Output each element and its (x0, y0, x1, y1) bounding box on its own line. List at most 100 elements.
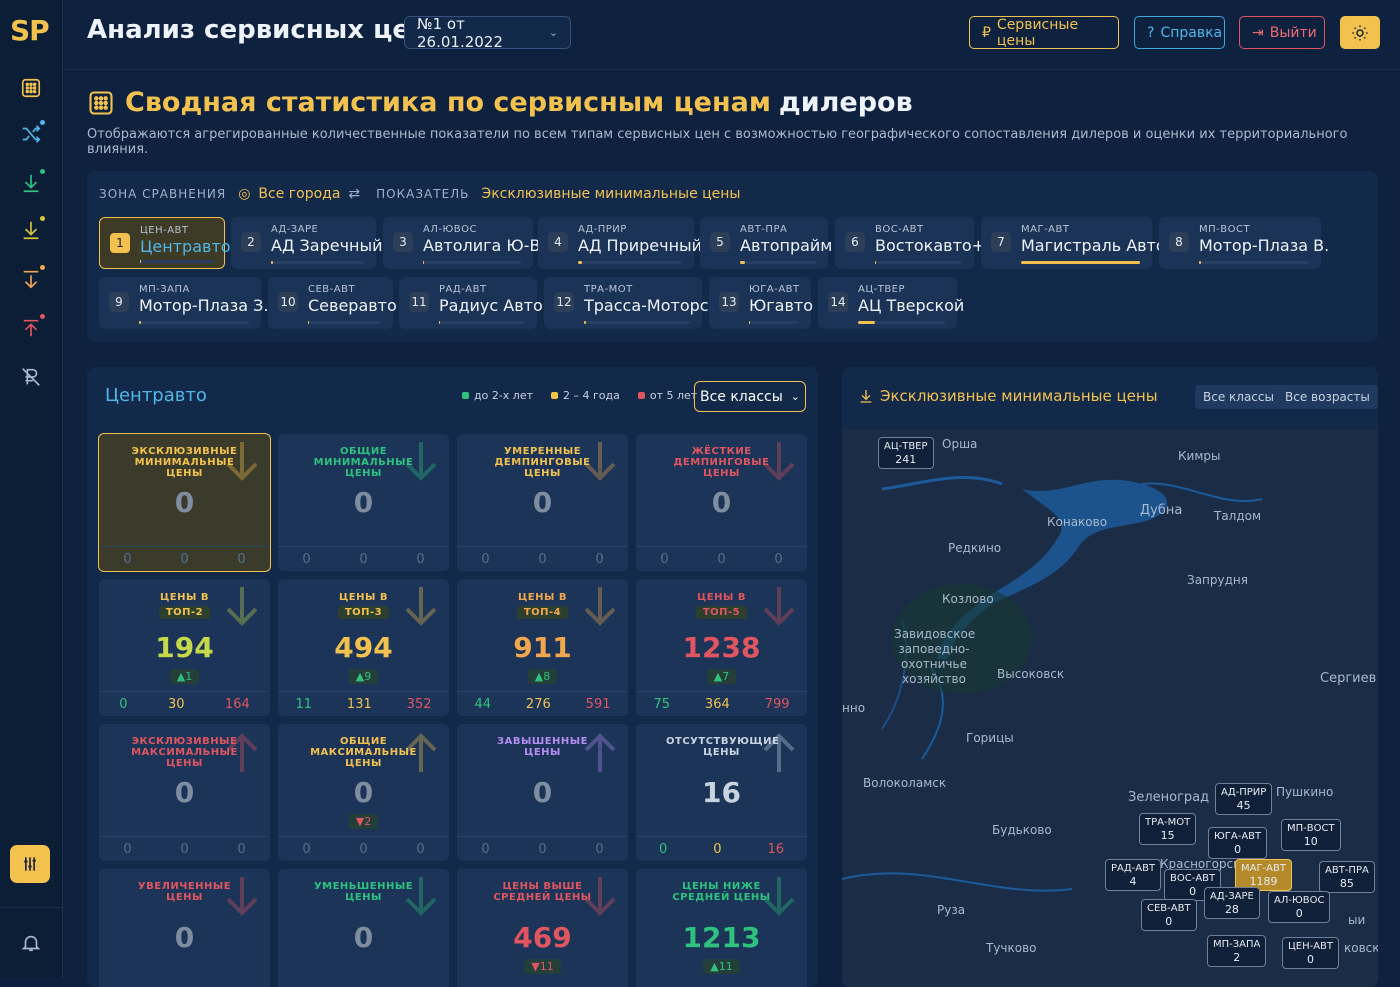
map-ages-button[interactable]: Все возрасты (1277, 385, 1378, 409)
tile-age-value: 0 (595, 841, 604, 857)
dealer-code: РАД-АВТ (439, 284, 487, 295)
tile-age-value: 16 (767, 841, 784, 857)
dealer-card[interactable]: 3 АЛ-ЮВОС Автолига Ю-В (383, 217, 540, 269)
dealer-card[interactable]: 8 МП-ВОСТ Мотор-Плаза В. (1159, 217, 1329, 269)
stat-tile[interactable]: УВЕЛИЧЕННЫЕ ЦЕНЫ 0 (99, 869, 270, 987)
dealer-name: Автопрайм (740, 236, 833, 255)
tile-age-breakdown: 0 0 0 (457, 546, 628, 571)
tile-value: 0 (532, 486, 553, 519)
stat-tile[interactable]: ОБЩИЕ МИНИМАЛЬНЫЕ ЦЕНЫ 0 0 0 0 (278, 434, 449, 571)
dealer-map-marker[interactable]: МП-ЗАПА 2 (1207, 935, 1267, 967)
dealer-map-marker[interactable]: АЛ-ЮВОС 0 (1268, 891, 1331, 923)
dealer-card[interactable]: 11 РАД-АВТ Радиус Авто (399, 277, 543, 329)
zone-value[interactable]: Все города (258, 186, 340, 202)
comparison-zone-panel: ЗОНА СРАВНЕНИЯ ◎ Все города ⇄ ПОКАЗАТЕЛЬ… (87, 171, 1378, 342)
dealer-card[interactable]: 5 АВТ-ПРА Автопрайм (700, 217, 832, 269)
tile-age-breakdown: 0 0 16 (636, 836, 807, 861)
shuffle-icon[interactable] (17, 120, 45, 148)
map-title-text: Эксклюзивные минимальные цены (880, 387, 1158, 405)
marker-code: АЦ-ТВЕР (884, 441, 928, 452)
dealer-name: Югавто (749, 296, 814, 315)
dealer-map-marker[interactable]: СЕВ-АВТ 0 (1141, 899, 1197, 931)
age-legend: до 2-х лет 2 – 4 года от 5 лет (462, 389, 697, 402)
map-classes-button[interactable]: Все классы (1195, 385, 1282, 409)
stat-tile[interactable]: ЗАВЫШЕННЫЕ ЦЕНЫ 0 0 0 0 (457, 724, 628, 861)
filters-button[interactable] (10, 845, 50, 883)
stat-tile[interactable]: ЦЕНЫ В ТОП-2 194 ▲1 0 30 164 (99, 579, 270, 716)
arrow-up-bar-icon[interactable] (17, 314, 45, 342)
document-select[interactable]: №1 от 26.01.2022 ⌄ (404, 15, 571, 51)
map-place: Будьково (992, 823, 1052, 837)
bell-icon[interactable] (17, 929, 45, 957)
stat-tile[interactable]: УМЕРЕННЫЕ ДЕМПИНГОВЫЕ ЦЕНЫ 0 0 0 0 (457, 434, 628, 571)
dealer-card[interactable]: 2 АД-ЗАРЕ АД Заречный (231, 217, 383, 269)
marker-code: ВОС-АВТ (1170, 873, 1216, 884)
stat-tile[interactable]: ЦЕНЫ В ТОП-3 494 ▲9 11 131 352 (278, 579, 449, 716)
service-prices-button[interactable]: ₽ Сервисные цены (969, 16, 1119, 49)
dealer-map-marker[interactable]: РАД-АВТ 4 (1105, 859, 1162, 891)
class-select[interactable]: Все классы ⌄ (694, 381, 806, 412)
dealer-map-marker[interactable]: АВТ-ПРА 85 (1319, 861, 1375, 893)
dealer-card[interactable]: 4 АД-ПРИР АД Приречный (538, 217, 702, 269)
dealer-map-marker[interactable]: АЦ-ТВЕР 241 (878, 437, 934, 469)
tile-age-value: 0 (538, 551, 547, 567)
tile-value: 0 (174, 486, 195, 519)
dealer-card[interactable]: 7 МАГ-АВТ Магистраль Авто (981, 217, 1166, 269)
tile-age-value: 0 (180, 841, 189, 857)
tile-value: 0 (174, 921, 195, 954)
arrow-down-icon[interactable] (17, 169, 45, 197)
dealer-card[interactable]: 13 ЮГА-АВТ Югавто (709, 277, 814, 329)
stat-tile[interactable]: ЖЁСТКИЕ ДЕМПИНГОВЫЕ ЦЕНЫ 0 0 0 0 (636, 434, 807, 571)
dealer-code: СЕВ-АВТ (308, 284, 356, 295)
stat-tile[interactable]: ОБЩИЕ МАКСИМАЛЬНЫЕ ЦЕНЫ 0 ▼2 0 0 0 (278, 724, 449, 861)
arrow-down-bold-icon[interactable] (17, 216, 45, 244)
dealer-map-marker[interactable]: ЮГА-АВТ 0 (1208, 827, 1268, 859)
tile-age-value: 0 (302, 841, 311, 857)
indicator-value[interactable]: Эксклюзивные минимальные цены (481, 186, 740, 202)
dealer-number: 1 (110, 233, 130, 253)
dealer-map-marker[interactable]: МП-ВОСТ 10 (1281, 819, 1341, 851)
dealer-card[interactable]: 10 СЕВ-АВТ Северавто (268, 277, 397, 329)
zone-label: ЗОНА СРАВНЕНИЯ (99, 187, 227, 201)
dealer-number: 7 (991, 232, 1011, 252)
stat-tile[interactable]: ЭКСКЛЮЗИВНЫЕ МИНИМАЛЬНЫЕ ЦЕНЫ 0 0 0 0 (98, 433, 271, 572)
dealer-name: АД Приречный (578, 236, 703, 255)
map-panel: Эксклюзивные минимальные цены Все классы… (842, 367, 1378, 987)
help-button[interactable]: ? Справка (1134, 16, 1225, 49)
tile-age-breakdown: 0 0 0 (278, 836, 449, 861)
dealer-code: АД-ПРИР (578, 224, 627, 235)
map-place: Дубна (1140, 503, 1183, 518)
tile-age-value: 0 (416, 551, 425, 567)
logout-button[interactable]: ⇥ Выйти (1239, 16, 1325, 49)
ruble-off-icon[interactable] (17, 363, 45, 391)
stat-tile[interactable]: ЦЕНЫ НИЖЕ СРЕДНЕЙ ЦЕНЫ 1213 ▲11 (636, 869, 807, 987)
dealer-bar (140, 260, 214, 263)
dealer-map-marker[interactable]: ТРА-МОТ 15 (1139, 813, 1197, 845)
tile-age-value: 0 (481, 551, 490, 567)
tile-value: 1213 (682, 921, 761, 954)
stat-tile[interactable]: ЦЕНЫ В ТОП-5 1238 ▲7 75 364 799 (636, 579, 807, 716)
dealer-number: 5 (710, 232, 730, 252)
stat-tile[interactable]: ОТСУТСТВУЮЩИЕ ЦЕНЫ 16 0 0 16 (636, 724, 807, 861)
stat-tile[interactable]: ЦЕНЫ В ТОП-4 911 ▲8 44 276 591 (457, 579, 628, 716)
map-canvas[interactable]: Орша Кимры Дубна Талдом Конаково Редкино… (842, 429, 1378, 987)
dealer-map-marker[interactable]: ЦЕН-АВТ 0 (1282, 937, 1340, 969)
dealer-card[interactable]: 12 ТРА-МОТ Трасса-Моторс (544, 277, 709, 329)
stat-tile[interactable]: УМЕНЬШЕННЫЕ ЦЕНЫ 0 (278, 869, 449, 987)
grid-icon[interactable] (17, 74, 45, 102)
map-place: Конаково (1047, 515, 1108, 529)
dealer-card[interactable]: 6 ВОС-АВТ Востокавто+ (835, 217, 985, 269)
arrow-down-bar-icon[interactable] (17, 265, 45, 293)
dealer-map-marker[interactable]: АД-ЗАРЕ 28 (1204, 887, 1260, 919)
dealer-card[interactable]: 14 АЦ-ТВЕР АЦ Тверской (818, 277, 964, 329)
stat-tile[interactable]: ЭКСКЛЮЗИВНЫЕ МАКСИМАЛЬНЫЕ ЦЕНЫ 0 0 0 0 (99, 724, 270, 861)
dealer-bar (1199, 261, 1309, 264)
map-place: Зеленоград (1128, 790, 1210, 805)
dealer-card[interactable]: 9 МП-ЗАПА Мотор-Плаза З. (99, 277, 268, 329)
stat-tile[interactable]: ЦЕНЫ ВЫШЕ СРЕДНЕЙ ЦЕНЫ 469 ▼11 (457, 869, 628, 987)
dealer-map-marker[interactable]: АД-ПРИР 45 (1215, 783, 1273, 815)
map-place: Горицы (966, 731, 1014, 745)
theme-toggle-button[interactable] (1340, 16, 1380, 49)
dealer-card[interactable]: 1 ЦЕН-АВТ Центравто (99, 217, 231, 269)
swap-icon[interactable]: ⇄ (348, 186, 360, 202)
